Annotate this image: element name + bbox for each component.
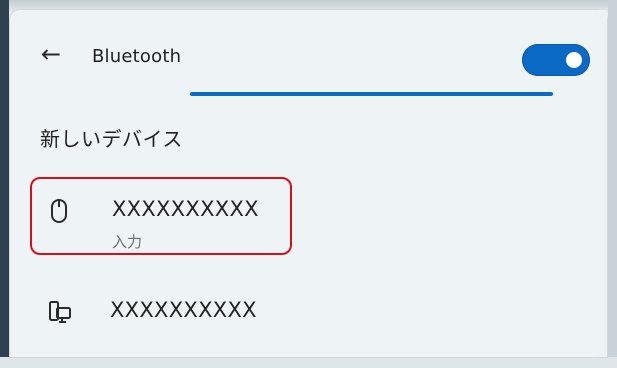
device-type-label: 入力 — [112, 233, 143, 251]
panel-header: ← Bluetooth — [10, 28, 607, 88]
device-list-item-computer[interactable]: XXXXXXXXXX — [30, 290, 292, 368]
scrollbar-gutter — [595, 10, 607, 357]
mouse-icon — [50, 198, 68, 224]
bluetooth-toggle[interactable] — [522, 44, 590, 76]
page-title: Bluetooth — [92, 46, 182, 67]
window-left-edge — [0, 0, 9, 357]
device-list-item-mouse[interactable]: XXXXXXXXXX 入力 — [30, 177, 292, 255]
computer-icon — [48, 300, 72, 326]
scan-progress-track — [190, 92, 553, 96]
toggle-knob — [566, 52, 582, 68]
device-name: XXXXXXXXXX — [110, 298, 257, 322]
back-arrow-icon: ← — [40, 40, 62, 68]
window-right-edge — [608, 0, 617, 357]
app-window: ← Bluetooth 新しいデバイス XXXXXXXXXX 入力 XXXXXX… — [0, 0, 617, 357]
new-devices-heading: 新しいデバイス — [40, 127, 183, 151]
scan-progress-fill — [190, 92, 553, 96]
bluetooth-panel: ← Bluetooth 新しいデバイス XXXXXXXXXX 入力 XXXXXX… — [10, 10, 607, 357]
device-name: XXXXXXXXXX — [112, 197, 259, 221]
back-button[interactable]: ← — [36, 39, 66, 69]
